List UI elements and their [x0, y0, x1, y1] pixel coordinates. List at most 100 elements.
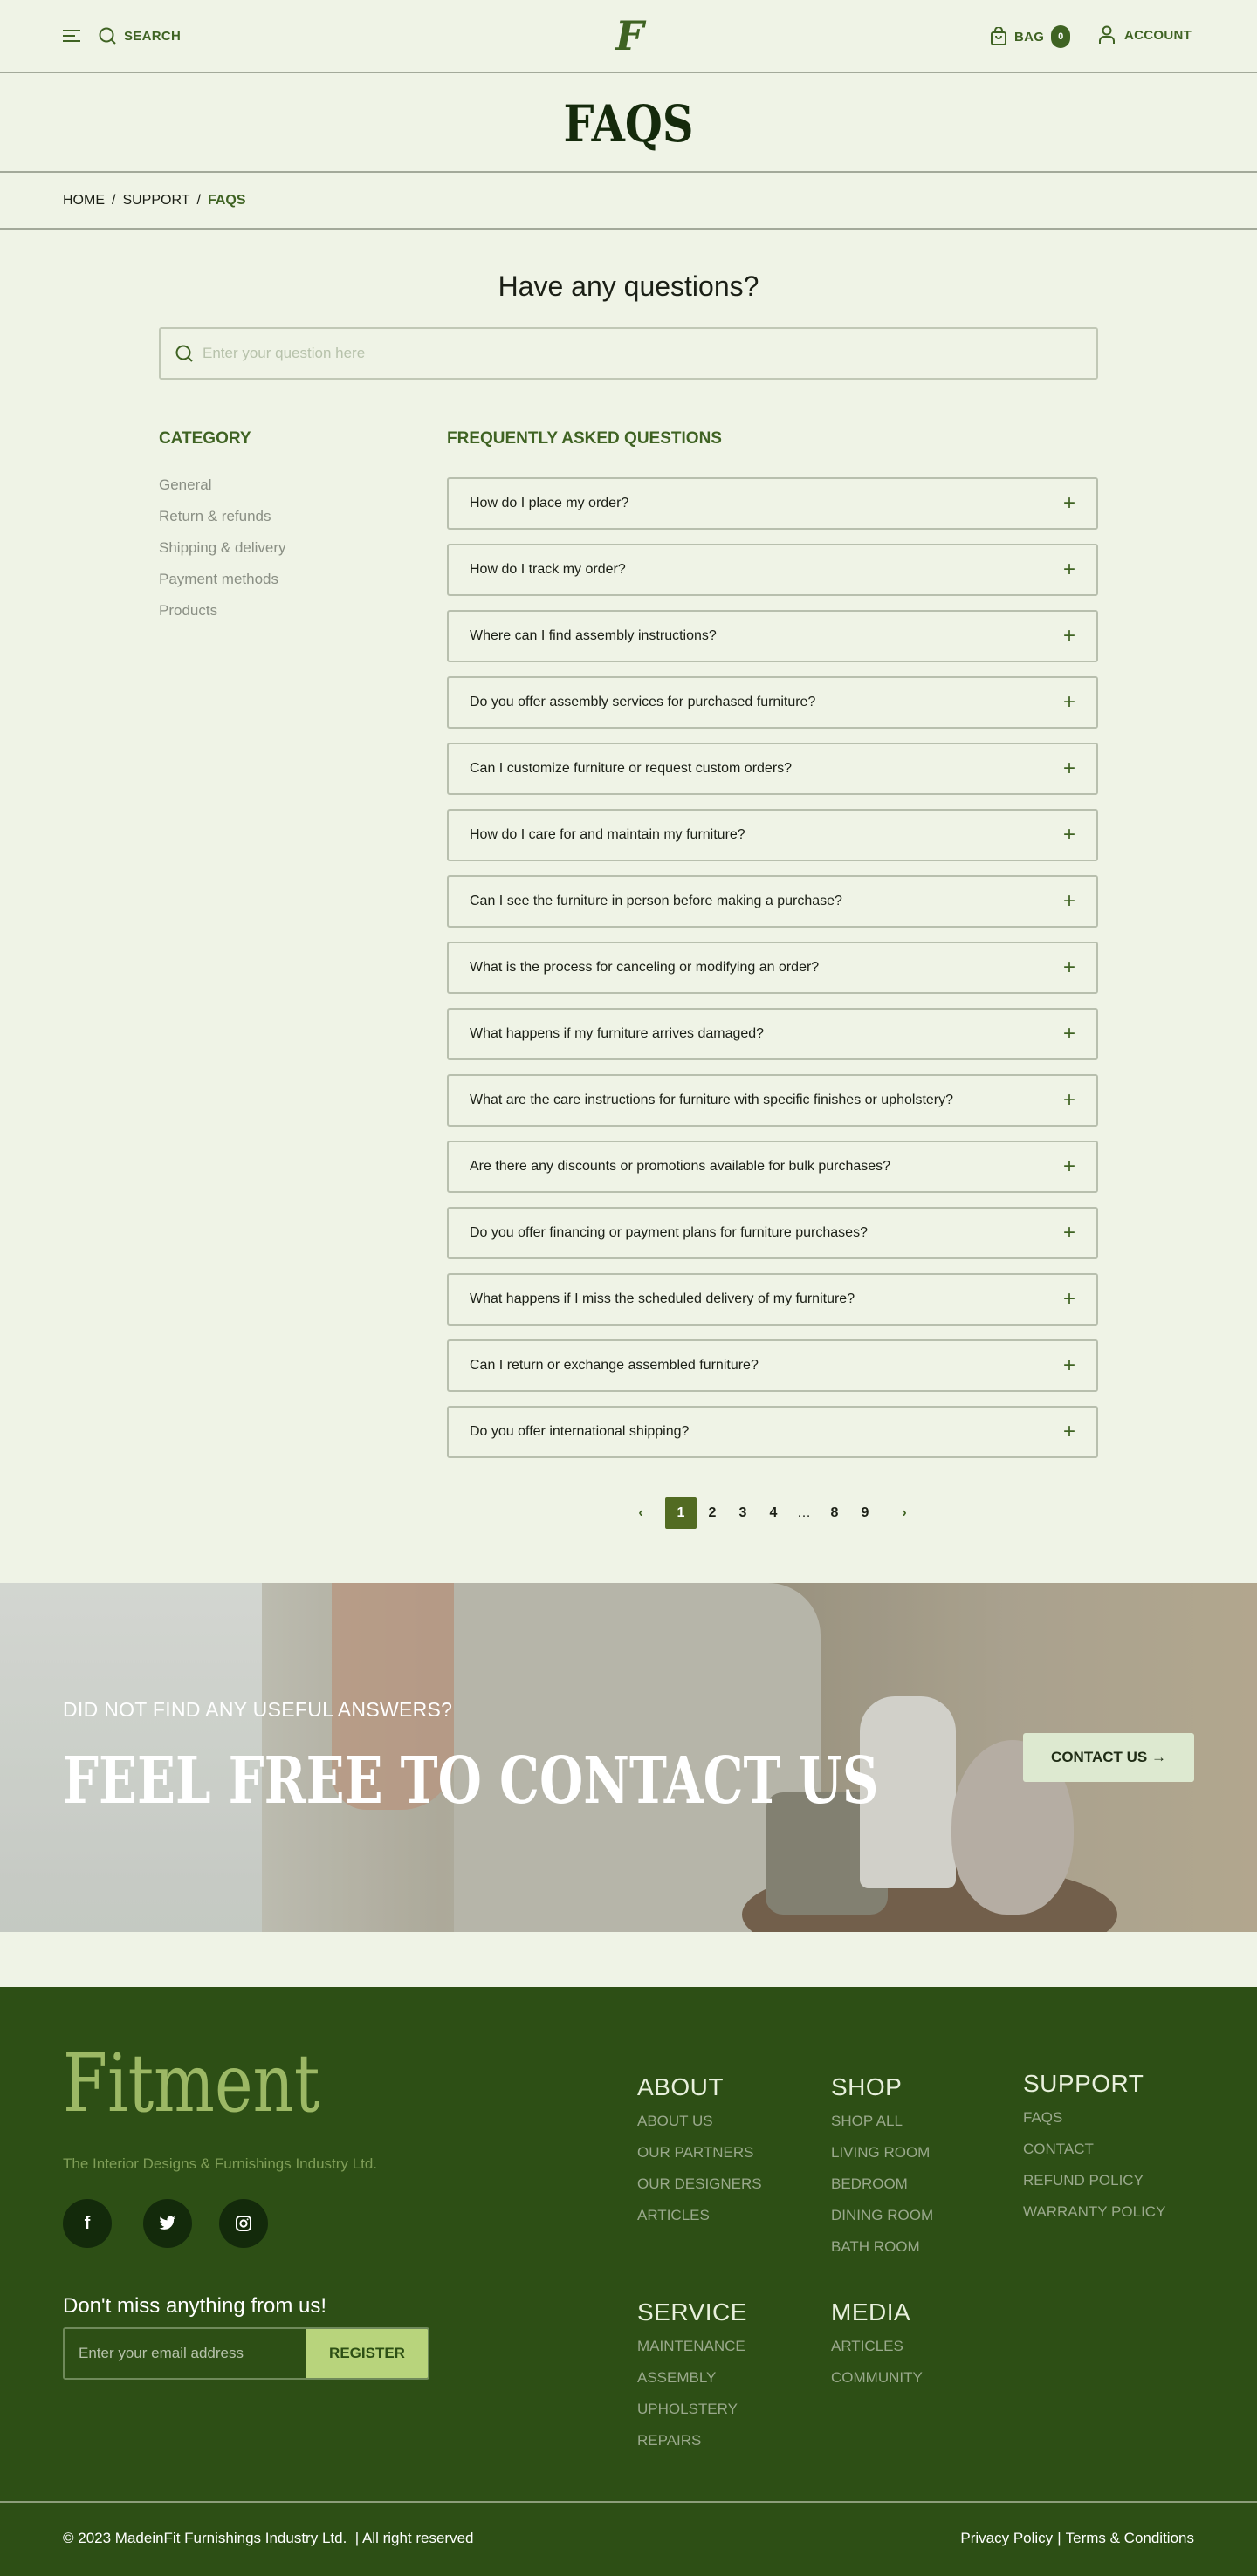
faq-item[interactable]: Can I return or exchange assembled furni…	[447, 1339, 1098, 1392]
category-shipping-delivery[interactable]: Shipping & delivery	[159, 539, 286, 557]
menu-icon[interactable]	[63, 30, 80, 42]
banner-title: FEEL FREE TO CONTACT US	[63, 1744, 879, 1819]
footer-logo[interactable]: Fitment	[63, 2044, 320, 2124]
page-2[interactable]: 2	[697, 1497, 728, 1529]
plus-icon[interactable]: +	[1063, 1287, 1075, 1312]
faq-question: How do I care for and maintain my furnit…	[470, 827, 745, 842]
banner-subtitle: DID NOT FIND ANY USEFUL ANSWERS?	[63, 1698, 453, 1721]
plus-icon[interactable]: +	[1063, 1088, 1075, 1113]
email-input[interactable]	[65, 2329, 306, 2378]
legal-separator: |	[1057, 2530, 1061, 2546]
plus-icon[interactable]: +	[1063, 558, 1075, 582]
contact-us-button[interactable]: CONTACT US →	[1023, 1733, 1194, 1782]
twitter-icon[interactable]	[143, 2199, 192, 2248]
plus-icon[interactable]: +	[1063, 491, 1075, 516]
footer-link[interactable]: REFUND POLICY	[1023, 2172, 1144, 2189]
bag-label: BAG	[1014, 29, 1045, 45]
plus-icon[interactable]: +	[1063, 1022, 1075, 1046]
category-products[interactable]: Products	[159, 602, 217, 620]
footer-link[interactable]: OUR DESIGNERS	[637, 2175, 762, 2193]
footer-link[interactable]: UPHOLSTERY	[637, 2401, 738, 2418]
page-1[interactable]: 1	[665, 1497, 697, 1529]
faq-item[interactable]: Do you offer assembly services for purch…	[447, 676, 1098, 729]
faq-item[interactable]: How do I track my order? +	[447, 544, 1098, 596]
search-link[interactable]: SEARCH	[98, 26, 181, 45]
newsletter-title: Don't miss anything from us!	[63, 2294, 327, 2318]
page-3[interactable]: 3	[727, 1497, 759, 1529]
plus-icon[interactable]: +	[1063, 1154, 1075, 1179]
plus-icon[interactable]: +	[1063, 690, 1075, 715]
faq-item[interactable]: What are the care instructions for furni…	[447, 1074, 1098, 1127]
search-icon	[99, 27, 116, 45]
footer-link[interactable]: MAINTENANCE	[637, 2338, 745, 2355]
account-link[interactable]: ACCOUNT	[1098, 25, 1192, 45]
page-8[interactable]: 8	[819, 1497, 850, 1529]
page-4[interactable]: 4	[758, 1497, 789, 1529]
category-payment-methods[interactable]: Payment methods	[159, 571, 278, 588]
faq-question: What are the care instructions for furni…	[470, 1093, 954, 1107]
footer-link[interactable]: FAQS	[1023, 2109, 1062, 2127]
question-search-box[interactable]	[159, 327, 1098, 380]
footer-link[interactable]: ABOUT US	[637, 2113, 713, 2130]
category-return-refunds[interactable]: Return & refunds	[159, 508, 271, 525]
faq-item[interactable]: How do I care for and maintain my furnit…	[447, 809, 1098, 861]
footer-link[interactable]: WARRANTY POLICY	[1023, 2203, 1165, 2221]
footer-link[interactable]: ASSEMBLY	[637, 2369, 716, 2387]
plus-icon[interactable]: +	[1063, 624, 1075, 648]
privacy-policy-link[interactable]: Privacy Policy	[960, 2530, 1053, 2547]
logo[interactable]: F	[615, 12, 644, 59]
breadcrumb-divider	[0, 228, 1257, 230]
faq-item[interactable]: What happens if I miss the scheduled del…	[447, 1273, 1098, 1326]
question-search-input[interactable]	[203, 345, 1058, 362]
footer-link[interactable]: BATH ROOM	[831, 2238, 920, 2256]
faq-question: Do you offer assembly services for purch…	[470, 695, 816, 709]
faq-item[interactable]: Do you offer financing or payment plans …	[447, 1207, 1098, 1259]
footer-link[interactable]: LIVING ROOM	[831, 2144, 930, 2162]
category-general[interactable]: General	[159, 476, 211, 494]
register-button[interactable]: REGISTER	[306, 2329, 428, 2378]
faq-item[interactable]: What is the process for canceling or mod…	[447, 942, 1098, 994]
footer-link[interactable]: CONTACT	[1023, 2141, 1094, 2158]
footer-link[interactable]: REPAIRS	[637, 2432, 701, 2449]
facebook-icon[interactable]: f	[63, 2199, 112, 2248]
plus-icon[interactable]: +	[1063, 1353, 1075, 1378]
footer-link[interactable]: OUR PARTNERS	[637, 2144, 754, 2162]
footer-link[interactable]: COMMUNITY	[831, 2369, 923, 2387]
pagination-prev[interactable]: ‹	[625, 1497, 656, 1529]
search-icon	[175, 345, 193, 362]
breadcrumb-separator: /	[112, 193, 116, 208]
faq-question: Do you offer international shipping?	[470, 1424, 690, 1439]
faq-item[interactable]: Do you offer international shipping? +	[447, 1406, 1098, 1458]
plus-icon[interactable]: +	[1063, 1420, 1075, 1444]
instagram-icon[interactable]	[219, 2199, 268, 2248]
breadcrumb-home[interactable]: HOME	[63, 193, 105, 209]
faq-item[interactable]: Are there any discounts or promotions av…	[447, 1141, 1098, 1193]
breadcrumb-support[interactable]: SUPPORT	[122, 193, 189, 209]
user-icon	[1099, 25, 1115, 44]
pagination-next[interactable]: ›	[889, 1497, 920, 1529]
footer-link[interactable]: ARTICLES	[831, 2338, 903, 2355]
footer-divider	[0, 2501, 1257, 2503]
faq-item[interactable]: What happens if my furniture arrives dam…	[447, 1008, 1098, 1060]
page-9[interactable]: 9	[849, 1497, 881, 1529]
footer-link[interactable]: DINING ROOM	[831, 2207, 933, 2224]
plus-icon[interactable]: +	[1063, 956, 1075, 980]
account-label: ACCOUNT	[1124, 27, 1192, 43]
bag-link[interactable]: BAG 0	[990, 25, 1071, 48]
header-divider	[0, 72, 1257, 73]
plus-icon[interactable]: +	[1063, 757, 1075, 781]
terms-link[interactable]: Terms & Conditions	[1066, 2530, 1194, 2547]
plus-icon[interactable]: +	[1063, 823, 1075, 847]
plus-icon[interactable]: +	[1063, 889, 1075, 914]
legal-links: Privacy Policy | Terms & Conditions	[960, 2530, 1194, 2547]
faq-item[interactable]: Can I customize furniture or request cus…	[447, 743, 1098, 795]
faq-item[interactable]: Can I see the furniture in person before…	[447, 875, 1098, 928]
search-heading: Have any questions?	[498, 271, 759, 302]
faq-item[interactable]: Where can I find assembly instructions? +	[447, 610, 1098, 662]
footer-link[interactable]: ARTICLES	[637, 2207, 710, 2224]
category-title: CATEGORY	[159, 429, 251, 448]
footer-link[interactable]: BEDROOM	[831, 2175, 908, 2193]
faq-item[interactable]: How do I place my order? +	[447, 477, 1098, 530]
plus-icon[interactable]: +	[1063, 1221, 1075, 1245]
footer-link[interactable]: SHOP ALL	[831, 2113, 903, 2130]
